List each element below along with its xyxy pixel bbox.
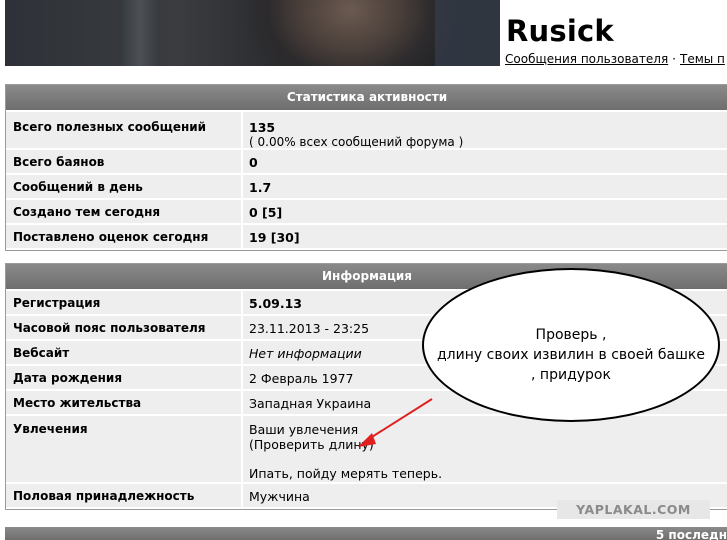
table-row: Поставлено оценок сегодня 19 [30] [6, 225, 727, 250]
stat-subvalue: ( 0.00% всех сообщений форума ) [249, 135, 464, 149]
user-posts-link[interactable]: Сообщения пользователя [505, 52, 668, 66]
stat-label: Всего баянов [6, 150, 243, 175]
activity-stats-header: Статистика активности [6, 85, 727, 112]
username-title: Rusick [506, 14, 614, 48]
stat-value: 135 [249, 120, 276, 135]
table-row: Создано тем сегодня 0 [5] [6, 200, 727, 225]
user-topics-link[interactable]: Темы п [680, 52, 725, 66]
stat-value: 0 [243, 150, 727, 175]
annotation-line: Проверь , [535, 327, 607, 343]
info-label: Часовой пояс пользователя [6, 316, 243, 341]
stat-value: 1.7 [243, 175, 727, 200]
stat-value: 19 [30] [243, 225, 727, 250]
hobbies-line: Ипать, пойду мерять теперь. [249, 466, 443, 481]
stat-label: Создано тем сегодня [6, 200, 243, 225]
annotation-line: , придурок [531, 367, 611, 383]
info-label: Увлечения [6, 416, 243, 484]
stat-value: 0 [5] [243, 200, 727, 225]
stat-label: Сообщений в день [6, 175, 243, 200]
table-row: Всего полезных сообщений 135 ( 0.00% все… [6, 112, 727, 150]
activity-stats-block: Статистика активности Всего полезных соо… [5, 84, 727, 251]
annotation-ellipse: Проверь , длину своих извилин в своей ба… [422, 268, 720, 422]
annotation-line: длину своих извилин в своей башке [437, 347, 705, 363]
hobbies-line: (Проверить длину) [249, 437, 374, 452]
info-label: Вебсайт [6, 341, 243, 366]
table-row: Всего баянов 0 [6, 150, 727, 175]
stat-label: Всего полезных сообщений [6, 112, 243, 150]
next-block-header: 5 последн [5, 527, 727, 540]
user-links: Сообщения пользователя · Темы п [505, 52, 725, 66]
info-label: Место жительства [6, 391, 243, 416]
red-arrow-icon [358, 398, 433, 447]
watermark: YAPLAKAL.COM [557, 500, 710, 519]
info-label: Регистрация [6, 291, 243, 316]
info-label: Половая принадлежность [6, 484, 243, 509]
info-label: Дата рождения [6, 366, 243, 391]
user-avatar-photo [5, 0, 500, 66]
next-block-title: 5 последн [655, 528, 727, 540]
stat-label: Поставлено оценок сегодня [6, 225, 243, 250]
table-row: Сообщений в день 1.7 [6, 175, 727, 200]
hobbies-line: Ваши увлечения [249, 422, 359, 437]
